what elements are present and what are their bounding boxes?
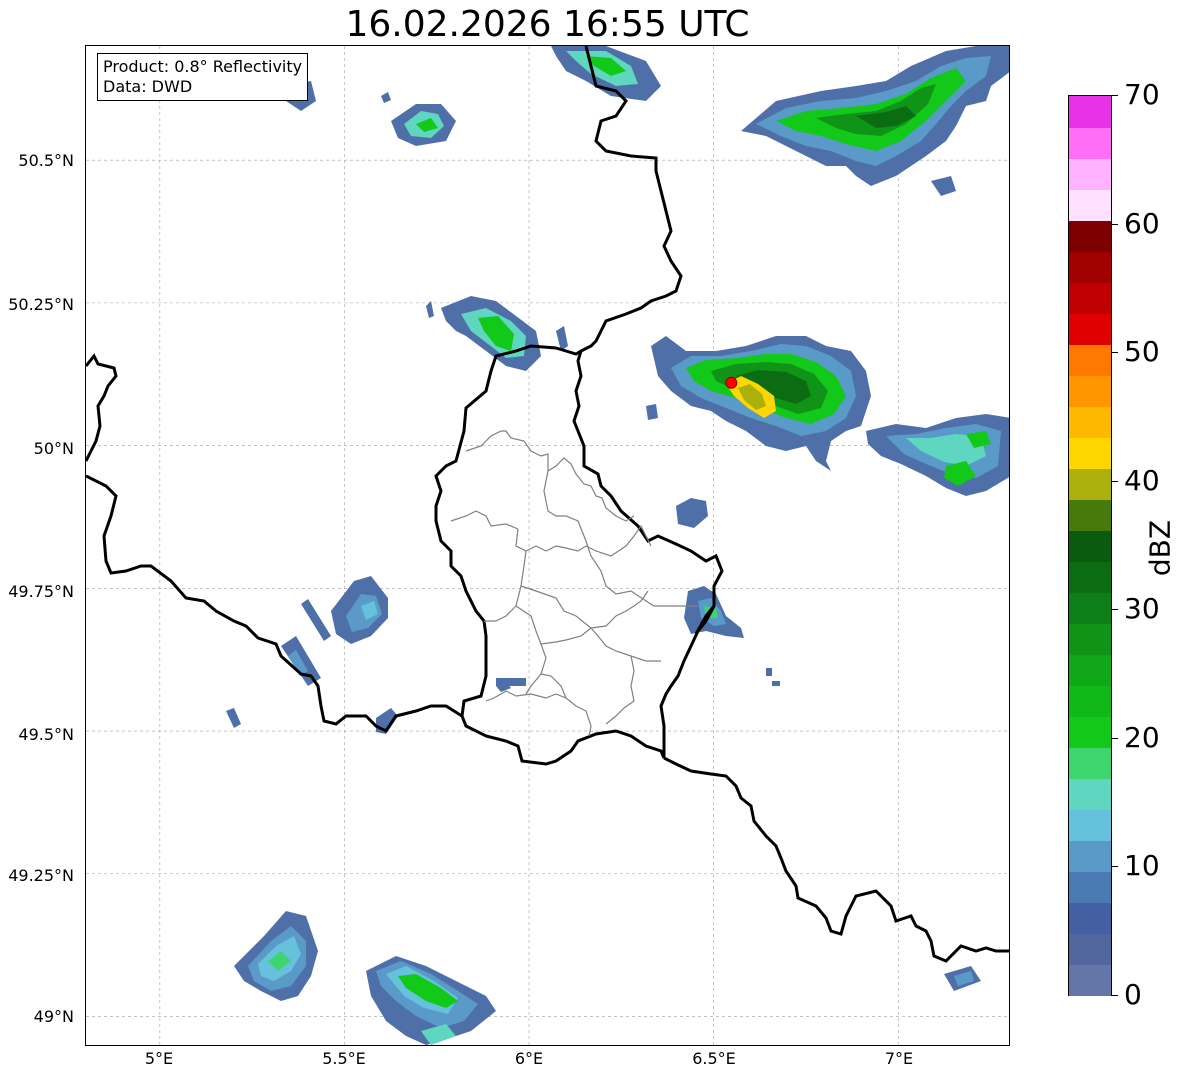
- colorbar-segment: [1069, 778, 1111, 810]
- colorbar-segment: [1069, 189, 1111, 221]
- colorbar-tick: [1112, 995, 1118, 996]
- map-title: 16.02.2026 16:55 UTC: [345, 4, 750, 45]
- radar-map: [86, 46, 1009, 1045]
- reflectivity-echoes: [226, 46, 1009, 1045]
- colorbar-segment: [1069, 313, 1111, 345]
- lon-label-5: 5°E: [144, 1049, 174, 1068]
- lat-label-49-25: 49.25°N: [8, 866, 74, 885]
- colorbar-segment: [1069, 933, 1111, 965]
- colorbar-segment: [1069, 437, 1111, 469]
- product-label: Product: 0.8° Reflectivity: [103, 57, 303, 76]
- colorbar-tick: [1112, 481, 1118, 482]
- colorbar-segment: [1069, 344, 1111, 376]
- colorbar-tick: [1112, 609, 1118, 610]
- echo-northeast: [551, 46, 1009, 196]
- colorbar-segment: [1069, 251, 1111, 283]
- colorbar-tick: [1112, 352, 1118, 353]
- lat-label-49-5: 49.5°N: [18, 725, 74, 744]
- colorbar-segment: [1069, 623, 1111, 655]
- colorbar-tick: [1112, 95, 1118, 96]
- lon-label-5-5: 5.5°E: [322, 1049, 366, 1068]
- colorbar-label-70: 70: [1124, 78, 1160, 111]
- gridlines: [86, 46, 1009, 1045]
- echo-east: [866, 414, 1009, 496]
- colorbar-segment: [1069, 685, 1111, 717]
- echo-west-central: [426, 296, 541, 371]
- colorbar-label-10: 10: [1124, 849, 1160, 882]
- admin-boundaries: [450, 430, 698, 737]
- product-info-box: Product: 0.8° Reflectivity Data: DWD: [97, 53, 309, 101]
- colorbar-segment: [1069, 468, 1111, 500]
- colorbar-segment: [1069, 747, 1111, 779]
- colorbar-segment: [1069, 964, 1111, 996]
- data-source-label: Data: DWD: [103, 77, 193, 96]
- colorbar-title: dBZ: [1143, 519, 1177, 577]
- colorbar-segment: [1069, 561, 1111, 593]
- lon-label-7: 7°E: [884, 1049, 914, 1068]
- lat-label-50: 50°N: [33, 439, 74, 458]
- colorbar-segment: [1069, 902, 1111, 934]
- colorbar-tick: [1112, 224, 1118, 225]
- colorbar-segment: [1069, 282, 1111, 314]
- lat-label-49: 49°N: [33, 1007, 74, 1026]
- colorbar-tick: [1112, 866, 1118, 867]
- colorbar-segment: [1069, 530, 1111, 562]
- colorbar-label-60: 60: [1124, 207, 1160, 240]
- colorbar-segment: [1069, 871, 1111, 903]
- lat-label-49-75: 49.75°N: [8, 582, 74, 601]
- lat-label-50-5: 50.5°N: [18, 151, 74, 170]
- echo-southwest: [234, 911, 981, 1045]
- colorbar-label-40: 40: [1124, 464, 1160, 497]
- colorbar-segment: [1069, 809, 1111, 841]
- colorbar-segment: [1069, 158, 1111, 190]
- colorbar-segment: [1069, 592, 1111, 624]
- lat-label-50-25: 50.25°N: [8, 295, 74, 314]
- colorbar-label-0: 0: [1124, 978, 1142, 1011]
- colorbar: [1068, 95, 1112, 996]
- colorbar-segment: [1069, 96, 1111, 128]
- lon-label-6-5: 6.5°E: [692, 1049, 736, 1068]
- echo-southwest-central: [226, 576, 398, 734]
- colorbar-segment: [1069, 840, 1111, 872]
- radar-site-marker: [725, 376, 738, 389]
- colorbar-segment: [1069, 220, 1111, 252]
- radar-map-panel: [85, 45, 1010, 1046]
- colorbar-label-30: 30: [1124, 592, 1160, 625]
- colorbar-segment: [1069, 406, 1111, 438]
- lon-label-6: 6°E: [514, 1049, 544, 1068]
- colorbar-segment: [1069, 375, 1111, 407]
- colorbar-label-20: 20: [1124, 721, 1160, 754]
- colorbar-segment: [1069, 654, 1111, 686]
- colorbar-segment: [1069, 716, 1111, 748]
- colorbar-label-50: 50: [1124, 335, 1160, 368]
- colorbar-tick: [1112, 738, 1118, 739]
- colorbar-segment: [1069, 499, 1111, 531]
- colorbar-segment: [1069, 127, 1111, 159]
